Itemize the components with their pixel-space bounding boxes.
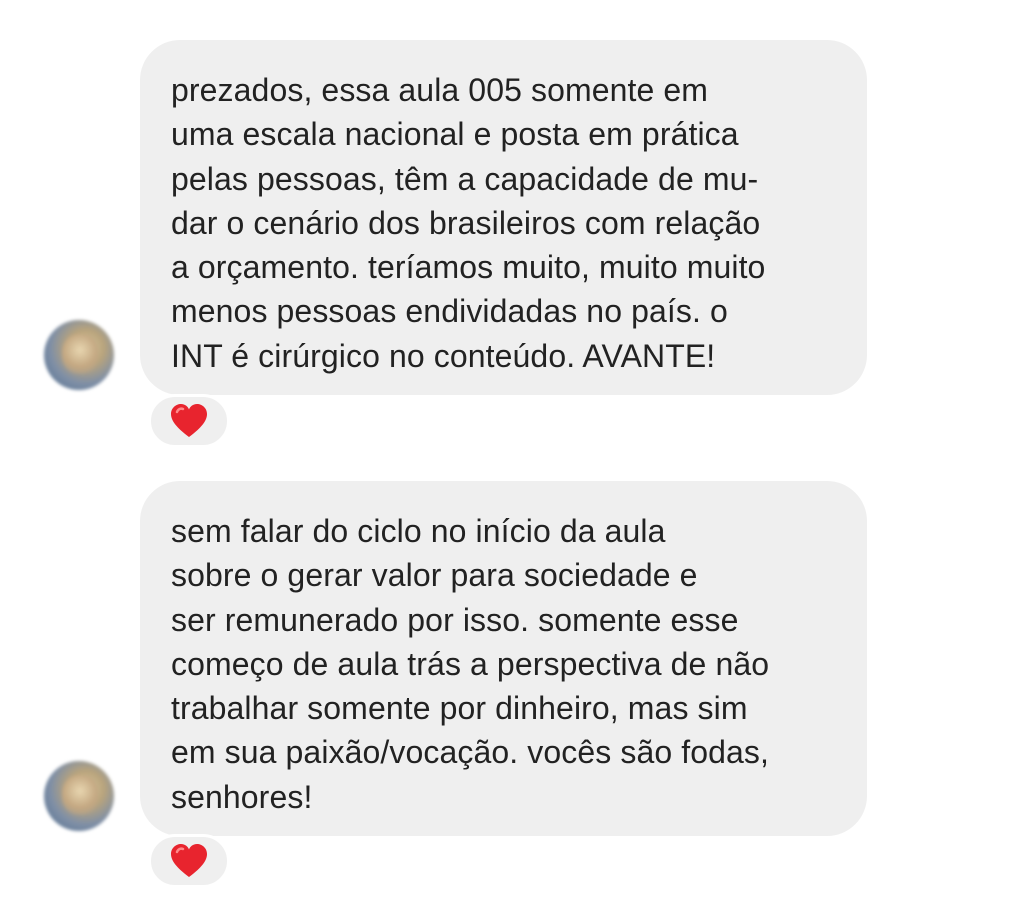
message-text: prezados, essa aula 005 somente em uma e… <box>171 68 837 378</box>
message-line: INT é cirúrgico no conteúdo. AVANTE! <box>171 337 716 374</box>
message-line: ser remunerado por isso. somente esse <box>171 601 739 638</box>
message-line: senhores! <box>171 778 313 815</box>
message-line: menos pessoas endividadas no país. o <box>171 293 728 330</box>
message-bubble[interactable]: sem falar do ciclo no início da aula sob… <box>140 481 867 836</box>
message-line: sobre o gerar valor para sociedade e <box>171 557 698 594</box>
heart-icon <box>171 404 207 437</box>
message-line: trabalhar somente por dinheiro, mas sim <box>171 690 748 727</box>
message-text: sem falar do ciclo no início da aula sob… <box>171 509 837 819</box>
message-line: uma escala nacional e posta em prática <box>171 116 739 153</box>
message-line: sem falar do ciclo no início da aula <box>171 513 666 549</box>
message-line: dar o cenário dos brasileiros com relaçã… <box>171 204 761 241</box>
reaction-badge[interactable] <box>148 834 230 888</box>
message-bubble[interactable]: prezados, essa aula 005 somente em uma e… <box>140 40 867 395</box>
message-line: prezados, essa aula 005 somente em <box>171 72 709 108</box>
message-line: pelas pessoas, têm a capacidade de mu- <box>171 160 759 197</box>
message-line: a orçamento. teríamos muito, muito muito <box>171 249 766 286</box>
avatar[interactable] <box>44 761 114 831</box>
reaction-badge[interactable] <box>148 394 230 448</box>
message-line: em sua paixão/vocação. vocês são fodas, <box>171 734 770 771</box>
message-line: começo de aula trás a perspectiva de não <box>171 645 770 682</box>
avatar[interactable] <box>44 320 114 390</box>
heart-icon <box>171 844 207 877</box>
